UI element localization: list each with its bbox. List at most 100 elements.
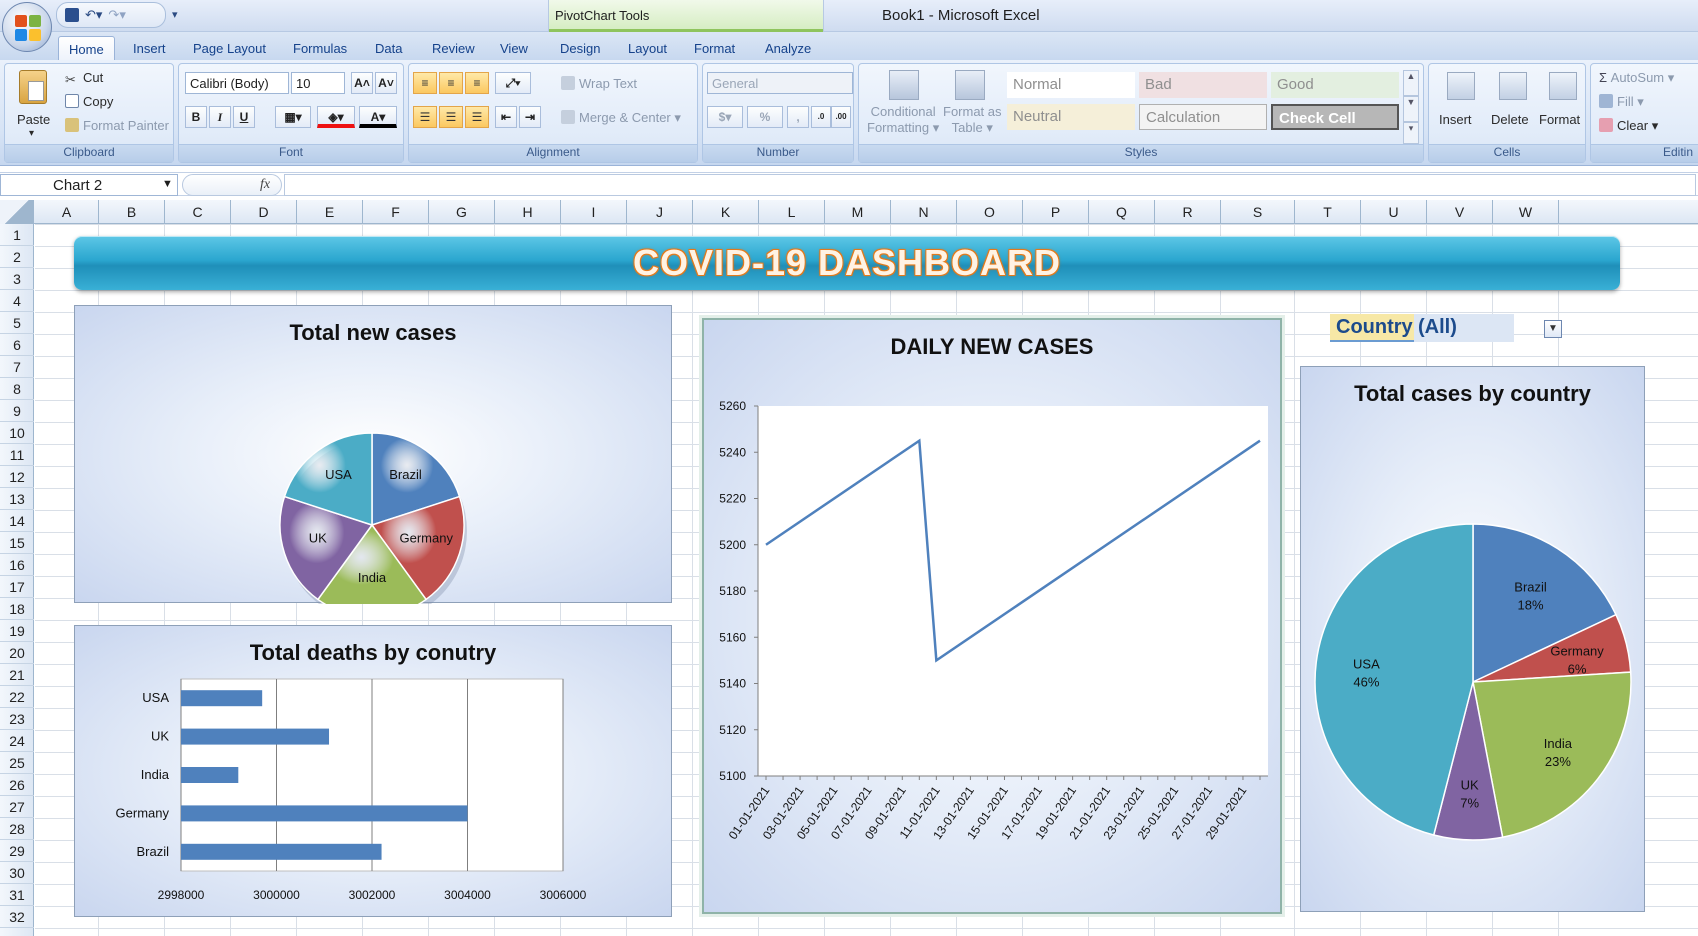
underline-button[interactable]: U bbox=[233, 106, 255, 128]
tab-home[interactable]: Home bbox=[58, 36, 115, 60]
increase-indent-icon[interactable]: ⇥ bbox=[519, 106, 541, 128]
redo-icon[interactable]: ↷▾ bbox=[108, 7, 125, 23]
row-header-30[interactable]: 30 bbox=[0, 862, 34, 884]
format-cells-button[interactable]: Format bbox=[1539, 112, 1580, 127]
row-header-8[interactable]: 8 bbox=[0, 378, 34, 400]
align-top-icon[interactable]: ≡ bbox=[413, 72, 437, 94]
insert-function-button[interactable]: fx bbox=[260, 177, 270, 193]
tab-design[interactable]: Design bbox=[560, 36, 600, 60]
clear-button[interactable]: Clear ▾ bbox=[1599, 118, 1658, 134]
row-header-23[interactable]: 23 bbox=[0, 708, 34, 730]
row-header-10[interactable]: 10 bbox=[0, 422, 34, 444]
format-cells-icon[interactable] bbox=[1549, 72, 1577, 100]
row-header-17[interactable]: 17 bbox=[0, 576, 34, 598]
column-header-c[interactable]: C bbox=[165, 200, 231, 224]
daily-new-cases-chart[interactable]: DAILY NEW CASES 5100 5120 5140 5160 5180 5200… bbox=[702, 318, 1282, 914]
filter-dropdown-icon[interactable]: ▼ bbox=[1544, 320, 1562, 338]
row-header-1[interactable]: 1 bbox=[0, 224, 34, 246]
styles-scroll-up-icon[interactable]: ▲ bbox=[1403, 70, 1419, 96]
column-header-b[interactable]: B bbox=[99, 200, 165, 224]
select-all-corner[interactable] bbox=[0, 200, 34, 224]
fill-button[interactable]: Fill ▾ bbox=[1599, 94, 1644, 110]
row-header-2[interactable]: 2 bbox=[0, 246, 34, 268]
row-header-28[interactable]: 28 bbox=[0, 818, 34, 840]
style-calculation[interactable]: Calculation bbox=[1139, 104, 1267, 130]
font-color-icon[interactable]: A▾ bbox=[359, 106, 397, 128]
style-check-cell[interactable]: Check Cell bbox=[1271, 104, 1399, 130]
tab-view[interactable]: View bbox=[500, 36, 528, 60]
column-header-h[interactable]: H bbox=[495, 200, 561, 224]
row-header-13[interactable]: 13 bbox=[0, 488, 34, 510]
row-header-3[interactable]: 3 bbox=[0, 268, 34, 290]
tab-format[interactable]: Format bbox=[694, 36, 735, 60]
italic-button[interactable]: I bbox=[209, 106, 231, 128]
undo-icon[interactable]: ↶▾ bbox=[85, 7, 102, 23]
row-header-29[interactable]: 29 bbox=[0, 840, 34, 862]
row-header-26[interactable]: 26 bbox=[0, 774, 34, 796]
tab-data[interactable]: Data bbox=[375, 36, 402, 60]
paste-icon[interactable] bbox=[19, 70, 47, 104]
column-header-r[interactable]: R bbox=[1155, 200, 1221, 224]
style-bad[interactable]: Bad bbox=[1139, 72, 1267, 98]
row-header-25[interactable]: 25 bbox=[0, 752, 34, 774]
decrease-decimal-icon[interactable]: .00 bbox=[831, 106, 851, 128]
wrap-text-button[interactable]: Wrap Text bbox=[561, 76, 637, 91]
office-button[interactable] bbox=[2, 2, 52, 52]
style-normal[interactable]: Normal bbox=[1007, 72, 1135, 98]
format-as-table-icon[interactable] bbox=[955, 70, 985, 100]
row-header-6[interactable]: 6 bbox=[0, 334, 34, 356]
row-header-11[interactable]: 11 bbox=[0, 444, 34, 466]
column-header-j[interactable]: J bbox=[627, 200, 693, 224]
row-header-19[interactable]: 19 bbox=[0, 620, 34, 642]
paste-dropdown-icon[interactable]: ▾ bbox=[29, 128, 34, 139]
column-header-q[interactable]: Q bbox=[1089, 200, 1155, 224]
column-header-f[interactable]: F bbox=[363, 200, 429, 224]
align-center-icon[interactable]: ☰ bbox=[439, 106, 463, 128]
row-header-9[interactable]: 9 bbox=[0, 400, 34, 422]
row-header-32[interactable]: 32 bbox=[0, 906, 34, 928]
insert-cells-icon[interactable] bbox=[1447, 72, 1475, 100]
row-header-14[interactable]: 14 bbox=[0, 510, 34, 532]
row-header-20[interactable]: 20 bbox=[0, 642, 34, 664]
format-as-table-button[interactable]: Format as Table ▾ bbox=[943, 104, 1002, 136]
name-box[interactable]: Chart 2 bbox=[0, 174, 178, 196]
tab-analyze[interactable]: Analyze bbox=[765, 36, 811, 60]
row-header-31[interactable]: 31 bbox=[0, 884, 34, 906]
row-header-18[interactable]: 18 bbox=[0, 598, 34, 620]
name-box-dropdown-icon[interactable]: ▼ bbox=[162, 178, 173, 190]
column-header-m[interactable]: M bbox=[825, 200, 891, 224]
save-icon[interactable] bbox=[65, 8, 79, 22]
column-header-a[interactable]: A bbox=[35, 200, 99, 224]
align-middle-icon[interactable]: ≡ bbox=[439, 72, 463, 94]
new-cases-chart[interactable]: Total new cases Brazil Germany India UK USA bbox=[74, 305, 672, 604]
insert-cells-button[interactable]: Insert bbox=[1439, 112, 1472, 127]
filter-value[interactable]: (All) ▼ bbox=[1414, 314, 1562, 342]
deaths-chart[interactable]: Total deaths by conutry 2998000 3000000 30… bbox=[74, 625, 672, 917]
delete-cells-icon[interactable] bbox=[1499, 72, 1527, 100]
style-neutral[interactable]: Neutral bbox=[1007, 104, 1135, 130]
autosum-button[interactable]: Σ AutoSum ▾ bbox=[1599, 70, 1674, 86]
row-header-15[interactable]: 15 bbox=[0, 532, 34, 554]
fill-color-icon[interactable]: ◈▾ bbox=[317, 106, 355, 128]
dashboard-banner[interactable]: COVID-19 DASHBOARD bbox=[74, 236, 1620, 290]
styles-scroll-down-icon[interactable]: ▼ bbox=[1403, 96, 1419, 122]
borders-icon[interactable]: ▦▾ bbox=[275, 106, 311, 128]
font-family-select[interactable]: Calibri (Body) bbox=[185, 72, 289, 94]
comma-style-icon[interactable]: , bbox=[787, 106, 809, 128]
align-right-icon[interactable]: ☰ bbox=[465, 106, 489, 128]
column-header-w[interactable]: W bbox=[1493, 200, 1559, 224]
column-header-s[interactable]: S bbox=[1221, 200, 1295, 224]
row-header-22[interactable]: 22 bbox=[0, 686, 34, 708]
delete-cells-button[interactable]: Delete bbox=[1491, 112, 1529, 127]
column-header-t[interactable]: T bbox=[1295, 200, 1361, 224]
increase-decimal-icon[interactable]: .0 bbox=[811, 106, 831, 128]
orientation-icon[interactable]: ⤢▾ bbox=[495, 72, 531, 94]
format-painter-button[interactable]: Format Painter bbox=[65, 118, 169, 133]
column-header-u[interactable]: U bbox=[1361, 200, 1427, 224]
row-header-7[interactable]: 7 bbox=[0, 356, 34, 378]
row-header-5[interactable]: 5 bbox=[0, 312, 34, 334]
column-header-d[interactable]: D bbox=[231, 200, 297, 224]
style-good[interactable]: Good bbox=[1271, 72, 1399, 98]
column-header-l[interactable]: L bbox=[759, 200, 825, 224]
row-header-4[interactable]: 4 bbox=[0, 290, 34, 312]
